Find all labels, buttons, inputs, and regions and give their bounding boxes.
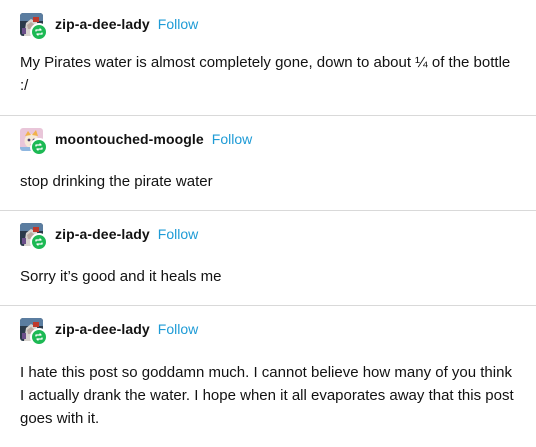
post-header: zip-a-dee-lady Follow (20, 316, 198, 346)
post-2: moontouched-moogle Follow stop drinking … (0, 115, 536, 210)
reblog-icon (30, 327, 48, 346)
reblog-icon (30, 232, 48, 251)
reblog-thread: zip-a-dee-lady Follow My Pirates water i… (0, 0, 536, 447)
post-3: zip-a-dee-lady Follow Sorry it’s good an… (0, 210, 536, 305)
follow-button[interactable]: Follow (158, 321, 198, 337)
reblog-icon (30, 137, 48, 156)
username[interactable]: zip-a-dee-lady (55, 16, 150, 32)
post-text: stop drinking the pirate water (20, 173, 213, 190)
post-text: Sorry it’s good and it heals me (20, 268, 222, 285)
post-header: moontouched-moogle Follow (20, 126, 252, 156)
post-header: zip-a-dee-lady Follow (20, 11, 198, 41)
username[interactable]: zip-a-dee-lady (55, 226, 150, 242)
post-header: zip-a-dee-lady Follow (20, 221, 198, 251)
post-text: I hate this post so goddamn much. I cann… (20, 364, 514, 427)
username[interactable]: zip-a-dee-lady (55, 321, 150, 337)
avatar[interactable] (20, 12, 48, 41)
username[interactable]: moontouched-moogle (55, 131, 204, 147)
follow-button[interactable]: Follow (158, 16, 198, 32)
reblog-icon (30, 22, 48, 41)
avatar[interactable] (20, 317, 48, 346)
post-4: zip-a-dee-lady Follow I hate this post s… (0, 305, 536, 447)
avatar[interactable] (20, 127, 48, 156)
follow-button[interactable]: Follow (158, 226, 198, 242)
avatar[interactable] (20, 222, 48, 251)
follow-button[interactable]: Follow (212, 131, 252, 147)
post-1: zip-a-dee-lady Follow My Pirates water i… (0, 0, 536, 115)
post-text: My Pirates water is almost completely go… (20, 54, 511, 94)
